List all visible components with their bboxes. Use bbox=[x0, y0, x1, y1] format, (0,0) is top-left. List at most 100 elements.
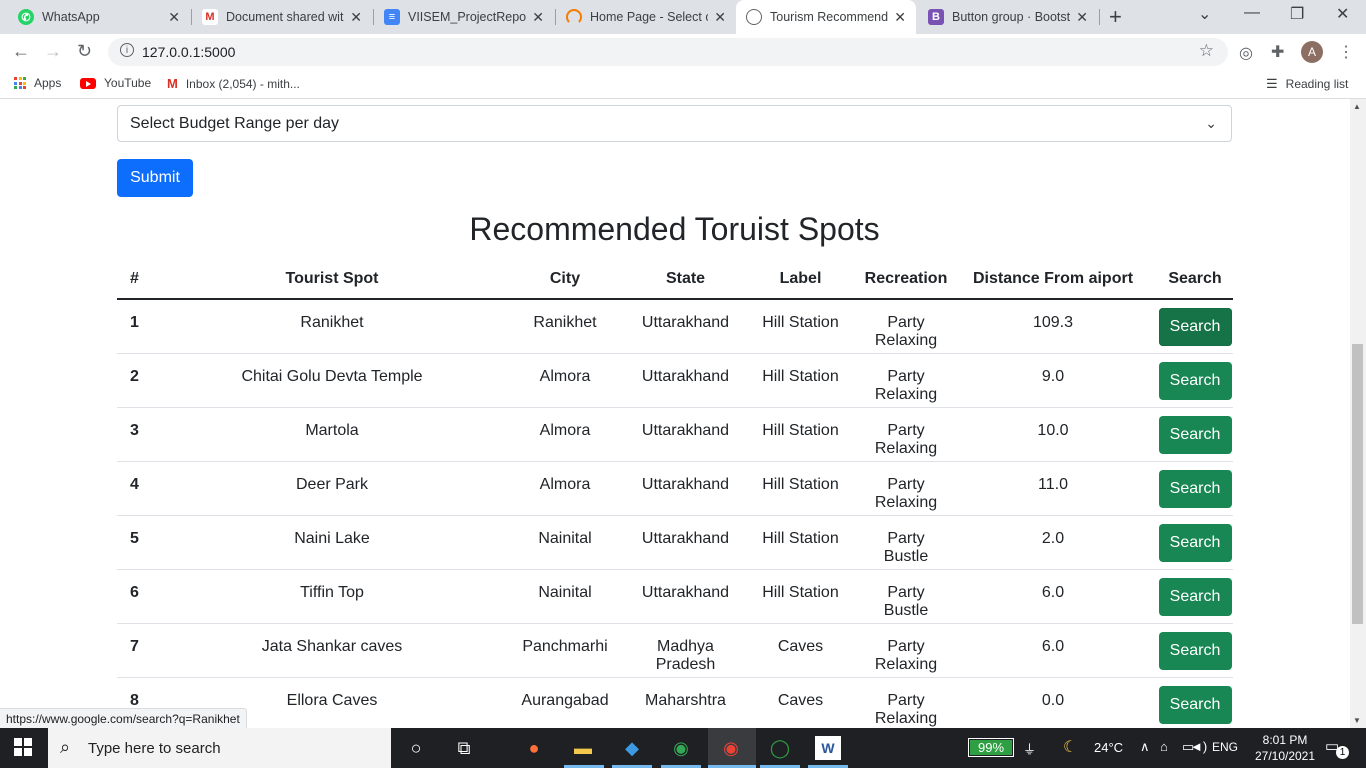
search-button[interactable]: Search bbox=[1158, 523, 1232, 562]
reload-icon[interactable]: ↻ bbox=[77, 41, 92, 62]
budget-select[interactable]: Select Budget Range per day ⌄ bbox=[117, 105, 1232, 142]
weather-icon[interactable]: ☾ bbox=[1063, 737, 1077, 757]
bookmark-inbox[interactable]: M Inbox (2,054) - mith... bbox=[167, 76, 300, 91]
tab-gmail[interactable]: M Document shared with ✕ bbox=[192, 0, 372, 34]
reading-list-icon: ☰ bbox=[1266, 76, 1278, 91]
minimize-icon[interactable]: — bbox=[1244, 4, 1260, 22]
bookmark-apps[interactable]: Apps bbox=[14, 76, 61, 90]
cell-tourist-spot: Chitai Golu Devta Temple bbox=[167, 353, 497, 408]
tab-home-page[interactable]: Home Page - Select or ✕ bbox=[556, 0, 736, 34]
cell-search: Search bbox=[1157, 353, 1233, 408]
docs-icon: ≡ bbox=[384, 9, 400, 25]
bookmarks-bar: Apps YouTube M Inbox (2,054) - mith... ☰… bbox=[0, 70, 1366, 99]
page-scrollbar[interactable]: ▲ ▼ bbox=[1350, 99, 1366, 728]
new-tab-icon[interactable]: + bbox=[1109, 4, 1122, 30]
avatar[interactable]: A bbox=[1301, 41, 1323, 63]
clock-time: 8:01 PM bbox=[1262, 733, 1308, 747]
search-button[interactable]: Search bbox=[1158, 415, 1232, 454]
cell-label: Caves bbox=[738, 677, 863, 728]
battery-percent: 99% bbox=[977, 740, 1005, 755]
cell-recreation: Party Relaxing bbox=[863, 299, 949, 354]
close-icon[interactable]: ✕ bbox=[350, 9, 362, 26]
bookmark-star-icon[interactable]: ☆ bbox=[1199, 41, 1214, 61]
firefox-icon[interactable]: ● bbox=[521, 736, 547, 760]
close-icon[interactable]: ✕ bbox=[532, 9, 544, 26]
tab-tourism[interactable]: Tourism Recommenda ✕ bbox=[736, 0, 916, 34]
search-button[interactable]: Search bbox=[1158, 577, 1232, 616]
chevron-up-icon[interactable]: ∧ bbox=[1140, 739, 1150, 755]
site-info-icon[interactable]: i bbox=[120, 43, 134, 57]
cell-row-number: 7 bbox=[117, 623, 167, 678]
restore-icon[interactable]: ❐ bbox=[1290, 4, 1304, 24]
taskbar-search[interactable]: ⌕ Type here to search bbox=[48, 728, 391, 768]
cell-distance-from-airport: 6.0 bbox=[949, 569, 1157, 624]
tab-search-icon[interactable]: ⌄ bbox=[1198, 4, 1211, 24]
taskbar-clock[interactable]: 8:01 PM 27/10/2021 bbox=[1250, 732, 1320, 764]
puzzle-icon[interactable]: ✚ bbox=[1271, 42, 1284, 62]
windows-start-icon[interactable] bbox=[14, 738, 32, 756]
tab-strip: ✆ WhatsApp ✕ M Document shared with ✕ ≡ … bbox=[0, 0, 1366, 34]
cell-search: Search bbox=[1157, 515, 1233, 570]
table-row: 8 Ellora Caves Aurangabad Maharshtra Caves Pa… bbox=[117, 677, 1233, 728]
table-row: 3 Martola Almora Uttarakhand Hill Station Par… bbox=[117, 407, 1233, 462]
menu-icon[interactable]: ⋮ bbox=[1338, 42, 1354, 62]
app-ring-icon[interactable]: ◯ bbox=[767, 736, 793, 760]
tab-whatsapp[interactable]: ✆ WhatsApp ✕ bbox=[8, 0, 190, 34]
scroll-down-icon[interactable]: ▼ bbox=[1353, 716, 1361, 725]
cell-label: Hill Station bbox=[738, 353, 863, 408]
address-bar[interactable]: i 127.0.0.1:5000 ☆ bbox=[108, 38, 1228, 66]
scrollbar-thumb[interactable] bbox=[1352, 344, 1363, 624]
volume-icon[interactable]: ◄) bbox=[1190, 739, 1207, 754]
page-content: Select Budget Range per day ⌄ Submit Rec… bbox=[0, 99, 1350, 728]
bookmark-youtube[interactable]: YouTube bbox=[80, 76, 151, 90]
cell-row-number: 1 bbox=[117, 299, 167, 354]
cell-distance-from-airport: 6.0 bbox=[949, 623, 1157, 678]
forward-icon[interactable]: → bbox=[44, 41, 62, 62]
bookmark-label: YouTube bbox=[104, 76, 152, 90]
language-indicator[interactable]: ENG bbox=[1212, 740, 1238, 754]
cell-search: Search bbox=[1157, 569, 1233, 624]
window-close-icon[interactable]: ✕ bbox=[1336, 4, 1349, 24]
table-row: 6 Tiffin Top Nainital Uttarakhand Hill Stati… bbox=[117, 569, 1233, 624]
chrome-active-icon[interactable]: ◉ bbox=[718, 736, 744, 760]
cell-state: Uttarakhand bbox=[633, 407, 738, 462]
tab-docs[interactable]: ≡ VIISEM_ProjectReport ✕ bbox=[374, 0, 554, 34]
submit-button[interactable]: Submit bbox=[117, 159, 193, 197]
task-view-icon[interactable]: ⧉ bbox=[451, 736, 477, 760]
tab-bootstrap[interactable]: B Button group · Bootstr ✕ bbox=[918, 0, 1098, 34]
extension-icon[interactable]: ◎ bbox=[1239, 43, 1253, 63]
search-button[interactable]: Search bbox=[1158, 469, 1232, 508]
cell-row-number: 3 bbox=[117, 407, 167, 462]
globe-icon bbox=[746, 9, 762, 25]
tab-title: Document shared with bbox=[226, 10, 345, 24]
cell-state: Uttarakhand bbox=[633, 515, 738, 570]
reading-list[interactable]: ☰ Reading list bbox=[1266, 76, 1348, 92]
close-icon[interactable]: ✕ bbox=[714, 9, 726, 26]
cell-tourist-spot: Ranikhet bbox=[167, 299, 497, 354]
cell-distance-from-airport: 0.0 bbox=[949, 677, 1157, 728]
close-icon[interactable]: ✕ bbox=[168, 9, 180, 26]
cell-row-number: 2 bbox=[117, 353, 167, 408]
cell-city: Nainital bbox=[497, 515, 633, 570]
close-icon[interactable]: ✕ bbox=[1076, 9, 1088, 26]
search-button[interactable]: Search bbox=[1158, 685, 1232, 724]
close-icon[interactable]: ✕ bbox=[894, 9, 906, 26]
file-explorer-icon[interactable]: ▬ bbox=[570, 736, 596, 760]
back-icon[interactable]: ← bbox=[12, 41, 30, 62]
weather-temp[interactable]: 24°C bbox=[1094, 740, 1123, 755]
network-icon[interactable]: ⌂ bbox=[1160, 739, 1168, 754]
cortana-icon[interactable]: ○ bbox=[403, 736, 429, 760]
search-button[interactable]: Search bbox=[1158, 631, 1232, 670]
chrome-icon[interactable]: ◉ bbox=[668, 736, 694, 760]
battery-indicator[interactable]: 99% bbox=[968, 738, 1014, 757]
cell-distance-from-airport: 11.0 bbox=[949, 461, 1157, 516]
search-button[interactable]: Search bbox=[1158, 361, 1232, 400]
search-button[interactable]: Search bbox=[1158, 308, 1232, 346]
scroll-up-icon[interactable]: ▲ bbox=[1353, 102, 1361, 111]
chevron-down-icon: ⌄ bbox=[1205, 115, 1217, 131]
cell-label: Hill Station bbox=[738, 569, 863, 624]
cell-state: Uttarakhand bbox=[633, 461, 738, 516]
cell-state: Maharshtra bbox=[633, 677, 738, 728]
vscode-icon[interactable]: ◆ bbox=[619, 736, 645, 760]
word-icon[interactable]: W bbox=[815, 736, 841, 760]
